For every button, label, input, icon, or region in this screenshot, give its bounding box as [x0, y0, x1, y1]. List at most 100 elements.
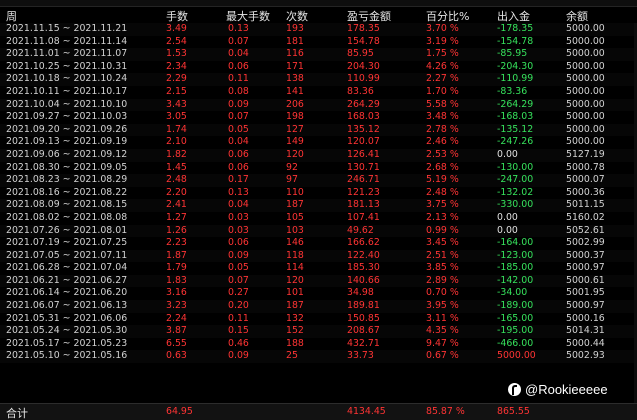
table-row[interactable]: 2021.06.28 ~ 2021.07.04 1.79 0.05 114 185.30… [0, 262, 637, 275]
cell-max-lots: 0.27 [228, 287, 249, 299]
cell-balance: 5000.78 [566, 161, 605, 173]
cell-week: 2021.06.28 ~ 2021.07.04 [6, 262, 128, 274]
header-pct[interactable]: 百分比% [426, 8, 469, 24]
cell-count: 105 [286, 211, 304, 223]
cell-pct: 2.46 % [426, 136, 459, 148]
cell-pnl: 85.95 [347, 48, 374, 60]
cell-week: 2021.05.10 ~ 2021.05.16 [6, 350, 128, 362]
table-row[interactable]: 2021.07.26 ~ 2021.08.01 1.26 0.03 103 49.62 0… [0, 224, 637, 238]
cell-pnl: 34.98 [347, 287, 374, 299]
header-max-lots[interactable]: 最大手数 [226, 8, 270, 24]
table-row[interactable]: 2021.05.24 ~ 2021.05.30 3.87 0.15 152 208.67… [0, 325, 637, 338]
table-row[interactable]: 2021.10.25 ~ 2021.10.31 2.34 0.06 171 204.30… [0, 61, 637, 74]
table-row[interactable]: 2021.09.13 ~ 2021.09.19 2.10 0.04 149 120.07… [0, 136, 637, 149]
cell-pct: 3.45 % [426, 237, 459, 249]
cell-inout: 0.00 [497, 211, 518, 223]
cell-pct: 3.70 % [426, 23, 459, 34]
cell-lots: 1.27 [166, 211, 187, 223]
cell-balance: 5000.00 [566, 73, 605, 85]
table-body: 2021.11.15 ~ 2021.11.21 3.49 0.13 193 178.35… [0, 23, 637, 364]
cell-max-lots: 0.04 [228, 48, 249, 60]
cell-count: 110 [286, 186, 304, 198]
table-row[interactable]: 2021.07.05 ~ 2021.07.11 1.87 0.09 118 122.40… [0, 249, 637, 263]
cell-count: 152 [286, 325, 304, 337]
cell-balance: 5011.15 [566, 199, 605, 211]
cell-week: 2021.08.16 ~ 2021.08.22 [6, 186, 128, 198]
cell-inout: -264.29 [497, 98, 534, 110]
cell-max-lots: 0.09 [228, 249, 249, 261]
table-row[interactable]: 2021.11.01 ~ 2021.11.07 1.53 0.04 116 85.95 1… [0, 48, 637, 61]
header-pnl[interactable]: 盈亏金额 [347, 8, 391, 24]
cell-week: 2021.08.02 ~ 2021.08.08 [6, 211, 128, 223]
table-row[interactable]: 2021.08.30 ~ 2021.09.05 1.45 0.06 92 130.71 2… [0, 162, 637, 175]
watermark: @Rookieeeee [508, 381, 608, 397]
cell-pnl: 185.30 [347, 262, 380, 274]
header-week[interactable]: 周 [6, 8, 17, 24]
table-row[interactable]: 2021.08.16 ~ 2021.08.22 2.20 0.13 110 121.23… [0, 187, 637, 200]
cell-lots: 1.26 [166, 224, 187, 236]
cell-week: 2021.09.13 ~ 2021.09.19 [6, 136, 128, 148]
table-row[interactable]: 2021.11.15 ~ 2021.11.21 3.49 0.13 193 178.35… [0, 23, 637, 36]
cell-pct: 0.67 % [426, 350, 459, 362]
cell-pct: 0.99 % [426, 224, 459, 236]
table-row[interactable]: 2021.10.18 ~ 2021.10.24 2.29 0.11 138 110.99… [0, 73, 637, 86]
cell-lots: 3.49 [166, 23, 187, 34]
cell-count: 25 [286, 350, 298, 362]
header-balance[interactable]: 余额 [566, 8, 588, 24]
header-count[interactable]: 次数 [286, 8, 308, 24]
cell-lots: 1.53 [166, 48, 187, 60]
cell-max-lots: 0.03 [228, 211, 249, 223]
cell-pnl: 246.71 [347, 174, 380, 186]
pay-logo-icon [508, 382, 521, 396]
cell-pnl: 140.66 [347, 274, 380, 286]
table-row[interactable]: 2021.09.27 ~ 2021.10.03 3.05 0.07 198 168.03… [0, 111, 637, 124]
cell-week: 2021.05.31 ~ 2021.06.06 [6, 312, 128, 324]
table-row[interactable]: 2021.06.21 ~ 2021.06.27 1.83 0.07 120 140.66… [0, 274, 637, 288]
table-row[interactable]: 2021.08.02 ~ 2021.08.08 1.27 0.03 105 107.41… [0, 212, 637, 225]
table-row[interactable]: 2021.08.23 ~ 2021.08.29 2.48 0.17 97 246.71 5… [0, 174, 637, 187]
cell-week: 2021.09.20 ~ 2021.09.26 [6, 123, 128, 135]
cell-max-lots: 0.06 [228, 60, 249, 72]
table-row[interactable]: 2021.07.19 ~ 2021.07.25 2.23 0.06 146 166.62… [0, 237, 637, 250]
cell-week: 2021.07.05 ~ 2021.07.11 [6, 249, 128, 261]
table-row[interactable]: 2021.10.04 ~ 2021.10.10 3.43 0.09 206 264.29… [0, 98, 637, 112]
table-row[interactable]: 2021.06.07 ~ 2021.06.13 3.23 0.20 187 189.81… [0, 300, 637, 313]
cell-week: 2021.06.21 ~ 2021.06.27 [6, 274, 128, 286]
cell-pct: 2.48 % [426, 186, 459, 198]
cell-lots: 1.82 [166, 148, 187, 160]
table-row[interactable]: 2021.05.17 ~ 2021.05.23 6.55 0.46 188 432.71… [0, 338, 637, 351]
table-row[interactable]: 2021.09.20 ~ 2021.09.26 1.74 0.05 127 135.12… [0, 123, 637, 137]
table-row[interactable]: 2021.05.10 ~ 2021.05.16 0.63 0.09 25 33.73 0.… [0, 350, 637, 364]
cell-pnl: 166.62 [347, 237, 380, 249]
table-row[interactable]: 2021.09.06 ~ 2021.09.12 1.82 0.06 120 126.41… [0, 148, 637, 162]
cell-pnl: 107.41 [347, 211, 380, 223]
header-lots[interactable]: 手数 [166, 8, 188, 24]
cell-lots: 3.87 [166, 325, 187, 337]
cell-inout: -204.30 [497, 60, 534, 72]
cell-week: 2021.11.15 ~ 2021.11.21 [6, 23, 128, 34]
table-row[interactable]: 2021.08.09 ~ 2021.08.15 2.41 0.04 187 181.13… [0, 199, 637, 212]
cell-max-lots: 0.17 [228, 174, 249, 186]
cell-week: 2021.08.30 ~ 2021.09.05 [6, 161, 128, 173]
cell-max-lots: 0.11 [228, 73, 249, 85]
cell-pct: 2.68 % [426, 161, 459, 173]
cell-count: 103 [286, 224, 304, 236]
total-label: 合计 [6, 407, 28, 420]
cell-count: 97 [286, 174, 298, 186]
table-row[interactable]: 2021.11.08 ~ 2021.11.14 2.54 0.07 181 154.78… [0, 36, 637, 49]
window-title-strip [0, 0, 637, 7]
cell-count: 198 [286, 111, 304, 123]
table-row[interactable]: 2021.10.11 ~ 2021.10.17 2.15 0.08 141 83.36 1… [0, 86, 637, 99]
table-row[interactable]: 2021.05.31 ~ 2021.06.06 2.24 0.11 132 150.85… [0, 313, 637, 326]
cell-max-lots: 0.13 [228, 186, 249, 198]
cell-lots: 1.87 [166, 249, 187, 261]
header-inout[interactable]: 出入金 [497, 8, 530, 24]
table-header: 周 手数 最大手数 次数 盈亏金额 百分比% 出入金 余额 [0, 7, 637, 23]
table-row[interactable]: 2021.06.14 ~ 2021.06.20 3.16 0.27 101 34.98 0… [0, 287, 637, 300]
cell-pnl: 120.07 [347, 136, 380, 148]
cell-max-lots: 0.07 [228, 35, 249, 47]
cell-lots: 1.74 [166, 123, 187, 135]
cell-inout: -110.99 [497, 73, 534, 85]
cell-week: 2021.08.23 ~ 2021.08.29 [6, 174, 128, 186]
cell-balance: 5000.44 [566, 337, 605, 349]
